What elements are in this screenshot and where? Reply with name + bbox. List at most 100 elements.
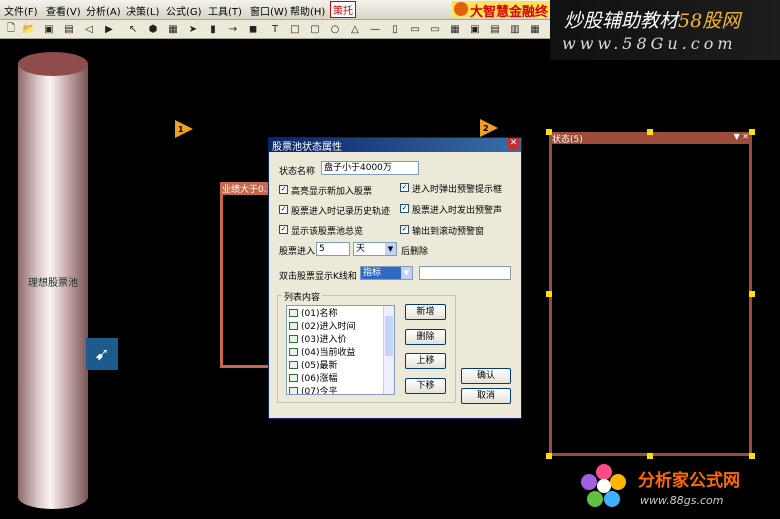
column-icon <box>289 360 298 369</box>
resize-handle[interactable] <box>749 291 755 297</box>
watermark-title: 炒股辅助教材58股网 <box>564 6 740 33</box>
checkbox-record-history[interactable]: ✓ <box>279 205 288 214</box>
settings-icon[interactable]: ▦ <box>528 22 542 36</box>
checkbox-show-overview[interactable]: ✓ <box>279 225 288 234</box>
save-icon[interactable]: ▣ <box>42 22 56 36</box>
dialog-title: 股票池状态属性 <box>272 142 342 153</box>
resize-handle[interactable] <box>647 453 653 459</box>
arrow-tool-icon[interactable]: ➤ <box>186 22 200 36</box>
open-folder-icon[interactable]: 📂 <box>22 22 36 36</box>
enter-days-input[interactable]: 5 <box>316 242 350 256</box>
flower-logo-icon <box>581 464 626 507</box>
align-center-icon[interactable]: ▭ <box>408 22 422 36</box>
run-forward-icon[interactable]: ▶ <box>102 22 116 36</box>
checkbox-scroll-alert[interactable]: ✓ <box>400 225 409 234</box>
dblclick-extra-input[interactable] <box>419 266 511 280</box>
cancel-button[interactable]: 取消 <box>461 388 511 404</box>
status-header-icons[interactable]: ▼ ✕ <box>734 132 749 141</box>
list-item[interactable]: (02)进入时间 <box>287 319 394 332</box>
resize-handle[interactable] <box>749 129 755 135</box>
menu-window[interactable]: 窗口(W) <box>250 3 288 18</box>
column-icon <box>289 334 298 343</box>
fill-icon[interactable]: ◼ <box>246 22 260 36</box>
checkbox-highlight-new[interactable]: ✓ <box>279 185 288 194</box>
layout-icon[interactable]: ▤ <box>488 22 502 36</box>
add-button[interactable]: 新增 <box>405 304 446 320</box>
rectangle-tool-icon[interactable]: □ <box>288 22 302 36</box>
list-scrollbar-thumb[interactable] <box>385 316 393 356</box>
ellipse-tool-icon[interactable]: ○ <box>328 22 342 36</box>
list-item[interactable]: (03)进入价 <box>287 332 394 345</box>
pointer-icon[interactable]: ↖ <box>126 22 140 36</box>
align-left-icon[interactable]: ▯ <box>388 22 402 36</box>
list-scrollbar[interactable] <box>383 306 394 394</box>
dblclick-select[interactable]: 指标 ▼ <box>360 266 413 280</box>
connector-icon[interactable]: → <box>226 22 240 36</box>
run-back-icon[interactable]: ◁ <box>82 22 96 36</box>
menu-formula[interactable]: 公式(G) <box>166 3 202 18</box>
state-name-input[interactable]: 盘子小于4000万 <box>321 161 419 175</box>
list-item-label: (02)进入时间 <box>301 322 356 332</box>
export-icon[interactable]: ▥ <box>508 22 522 36</box>
menu-help[interactable]: 帮助(H) <box>290 3 325 18</box>
resize-handle[interactable] <box>546 129 552 135</box>
move-down-button[interactable]: 下移 <box>405 378 446 394</box>
ok-button[interactable]: 确认 <box>461 368 511 384</box>
status-box[interactable] <box>549 132 752 456</box>
column-icon <box>289 308 298 317</box>
menu-analysis[interactable]: 分析(A) <box>86 3 121 18</box>
alert-action-icon[interactable]: ➹ <box>86 338 118 370</box>
dialog-titlebar[interactable]: 股票池状态属性 ✕ <box>269 138 521 153</box>
list-item[interactable]: (04)当前收益 <box>287 345 394 358</box>
resize-handle[interactable] <box>546 453 552 459</box>
watermark-title-main: 炒股辅助教材 <box>564 10 679 32</box>
checkbox-alert-sound[interactable]: ✓ <box>400 204 409 213</box>
column-icon <box>289 386 298 394</box>
menu-strategy[interactable]: 策托 <box>330 1 356 18</box>
text-tool-icon[interactable]: T <box>268 22 282 36</box>
move-up-button[interactable]: 上移 <box>405 353 446 369</box>
list-item[interactable]: (06)涨幅 <box>287 371 394 384</box>
stock-pool-state-dialog: 股票池状态属性 ✕ 状态名称 盘子小于4000万 ✓ 高亮显示新加入股票 ✓ 进… <box>268 137 522 419</box>
list-content-listbox[interactable]: (01)名称 (02)进入时间 (03)进入价 (04)当前收益 (05)最新 … <box>286 305 395 395</box>
menu-view[interactable]: 查看(V) <box>46 3 81 18</box>
list-item[interactable]: (07)今平 <box>287 384 394 394</box>
align-right-icon[interactable]: ▭ <box>428 22 442 36</box>
enter-unit-select[interactable]: 天 ▼ <box>353 242 397 256</box>
list-item-label: (04)当前收益 <box>301 348 356 358</box>
resize-handle[interactable] <box>546 291 552 297</box>
list-item-label: (05)最新 <box>301 361 338 371</box>
line-tool-icon[interactable]: — <box>368 22 382 36</box>
resize-handle[interactable] <box>749 453 755 459</box>
list-item[interactable]: (05)最新 <box>287 358 394 371</box>
menu-decision[interactable]: 决策(L) <box>126 3 159 18</box>
enter-unit-value: 天 <box>356 244 366 254</box>
cylinder-tool-icon[interactable]: ▮ <box>206 22 220 36</box>
close-icon[interactable]: ✕ <box>508 138 519 149</box>
triangle-tool-icon[interactable]: △ <box>348 22 362 36</box>
chevron-down-icon[interactable]: ▼ <box>385 243 396 255</box>
rounded-rect-tool-icon[interactable]: ▢ <box>308 22 322 36</box>
watermark-bottom: 分析家公式网 www.88gs.com <box>580 460 780 519</box>
properties-icon[interactable]: ▤ <box>62 22 76 36</box>
chevron-down-icon[interactable]: ▼ <box>401 267 412 279</box>
checkbox-scroll-alert-label: 输出到滚动预警窗 <box>412 227 485 237</box>
menu-tools[interactable]: 工具(T) <box>208 3 242 18</box>
flag-1-label: 1 <box>178 125 184 134</box>
condition-box[interactable] <box>220 182 272 368</box>
pool-icon[interactable]: ⬢ <box>146 22 160 36</box>
toolbar: 🗋 📂 ▣ ▤ ◁ ▶ ↖ ⬢ ▦ ➤ ▮ → ◼ T □ ▢ ○ △ — ▯ … <box>0 20 555 39</box>
resize-handle[interactable] <box>647 129 653 135</box>
brand-logo-icon <box>454 2 468 16</box>
table-icon[interactable]: ▦ <box>166 22 180 36</box>
grid-icon[interactable]: ▦ <box>448 22 462 36</box>
zoom-icon[interactable]: ▣ <box>468 22 482 36</box>
list-item-label: (06)涨幅 <box>301 374 338 384</box>
menu-file[interactable]: 文件(F) <box>4 3 38 18</box>
delete-button[interactable]: 删除 <box>405 329 446 345</box>
new-file-icon[interactable]: 🗋 <box>4 22 18 36</box>
list-item[interactable]: (01)名称 <box>287 306 394 319</box>
checkbox-alert-sound-label: 股票进入时发出预警声 <box>412 206 503 216</box>
watermark-title-accent: 58股网 <box>678 10 741 32</box>
checkbox-popup-alert[interactable]: ✓ <box>400 183 409 192</box>
